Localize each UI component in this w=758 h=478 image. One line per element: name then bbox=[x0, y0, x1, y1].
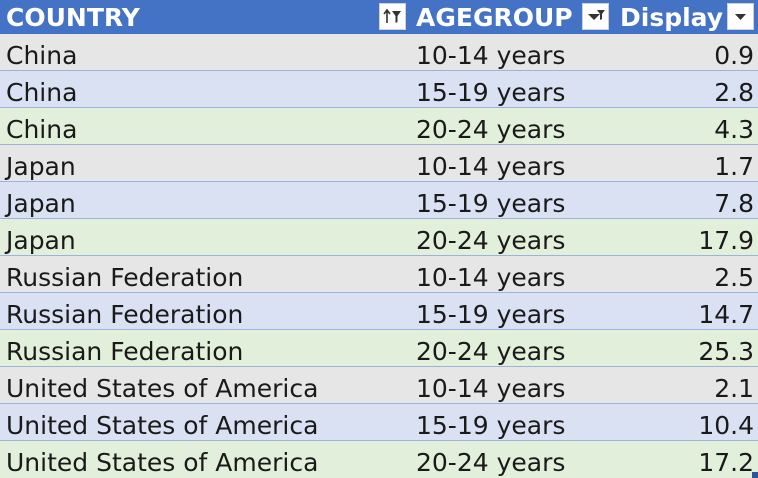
table-row[interactable]: Russian Federation 10-14 years 2.5 bbox=[0, 256, 758, 293]
table-row[interactable]: Japan 10-14 years 1.7 bbox=[0, 145, 758, 182]
column-header-label: AGEGROUP bbox=[416, 2, 573, 32]
cell-country[interactable]: United States of America bbox=[0, 404, 410, 440]
table-row[interactable]: United States of America 15-19 years 10.… bbox=[0, 404, 758, 441]
dropdown-arrow-icon[interactable] bbox=[727, 3, 754, 30]
cell-country[interactable]: Russian Federation bbox=[0, 330, 410, 366]
cell-display[interactable]: 10.4 bbox=[612, 404, 758, 440]
column-header-country[interactable]: COUNTRY bbox=[0, 0, 410, 34]
table-row[interactable]: United States of America 20-24 years 17.… bbox=[0, 441, 758, 478]
cell-agegroup[interactable]: 20-24 years bbox=[410, 330, 612, 366]
column-header-label: Display bbox=[620, 2, 724, 32]
cell-display[interactable]: 17.9 bbox=[612, 219, 758, 255]
cell-display[interactable]: 2.8 bbox=[612, 71, 758, 107]
cell-display[interactable]: 1.7 bbox=[612, 145, 758, 181]
cell-country[interactable]: United States of America bbox=[0, 441, 410, 478]
cell-country[interactable]: Japan bbox=[0, 145, 410, 181]
table-row[interactable]: Japan 20-24 years 17.9 bbox=[0, 219, 758, 256]
cell-country[interactable]: China bbox=[0, 71, 410, 107]
cell-display[interactable]: 7.8 bbox=[612, 182, 758, 218]
cell-country[interactable]: Russian Federation bbox=[0, 256, 410, 292]
cell-agegroup[interactable]: 10-14 years bbox=[410, 256, 612, 292]
table-row[interactable]: China 15-19 years 2.8 bbox=[0, 71, 758, 108]
cell-display[interactable]: 4.3 bbox=[612, 108, 758, 144]
cell-agegroup[interactable]: 10-14 years bbox=[410, 145, 612, 181]
table-row[interactable]: United States of America 10-14 years 2.1 bbox=[0, 367, 758, 404]
cell-country[interactable]: Japan bbox=[0, 182, 410, 218]
data-table: COUNTRY AGEGROUP Display China 10-14 yea… bbox=[0, 0, 758, 478]
cell-agegroup[interactable]: 20-24 years bbox=[410, 219, 612, 255]
cell-display[interactable]: 2.1 bbox=[612, 367, 758, 403]
cell-country[interactable]: United States of America bbox=[0, 367, 410, 403]
cell-agegroup[interactable]: 15-19 years bbox=[410, 182, 612, 218]
cell-display[interactable]: 2.5 bbox=[612, 256, 758, 292]
cell-agegroup[interactable]: 10-14 years bbox=[410, 34, 612, 70]
sort-filter-active-icon[interactable] bbox=[379, 3, 406, 30]
filter-active-icon[interactable] bbox=[582, 3, 609, 30]
cell-display[interactable]: 14.7 bbox=[612, 293, 758, 329]
cell-agegroup[interactable]: 15-19 years bbox=[410, 404, 612, 440]
cell-agegroup[interactable]: 15-19 years bbox=[410, 71, 612, 107]
cell-country[interactable]: China bbox=[0, 34, 410, 70]
table-row[interactable]: Russian Federation 20-24 years 25.3 bbox=[0, 330, 758, 367]
cell-country[interactable]: Russian Federation bbox=[0, 293, 410, 329]
cell-country[interactable]: Japan bbox=[0, 219, 410, 255]
cell-agegroup[interactable]: 20-24 years bbox=[410, 441, 612, 478]
cell-agegroup[interactable]: 10-14 years bbox=[410, 367, 612, 403]
table-resize-handle[interactable] bbox=[752, 472, 758, 478]
cell-country[interactable]: China bbox=[0, 108, 410, 144]
table-row[interactable]: China 10-14 years 0.9 bbox=[0, 34, 758, 71]
cell-display[interactable]: 0.9 bbox=[612, 34, 758, 70]
cell-agegroup[interactable]: 20-24 years bbox=[410, 108, 612, 144]
table-row[interactable]: Japan 15-19 years 7.8 bbox=[0, 182, 758, 219]
cell-display[interactable]: 17.2 bbox=[612, 441, 758, 478]
cell-display[interactable]: 25.3 bbox=[612, 330, 758, 366]
table-row[interactable]: Russian Federation 15-19 years 14.7 bbox=[0, 293, 758, 330]
cell-agegroup[interactable]: 15-19 years bbox=[410, 293, 612, 329]
table-row[interactable]: China 20-24 years 4.3 bbox=[0, 108, 758, 145]
table-header-row: COUNTRY AGEGROUP Display bbox=[0, 0, 758, 34]
column-header-label: COUNTRY bbox=[6, 2, 140, 32]
